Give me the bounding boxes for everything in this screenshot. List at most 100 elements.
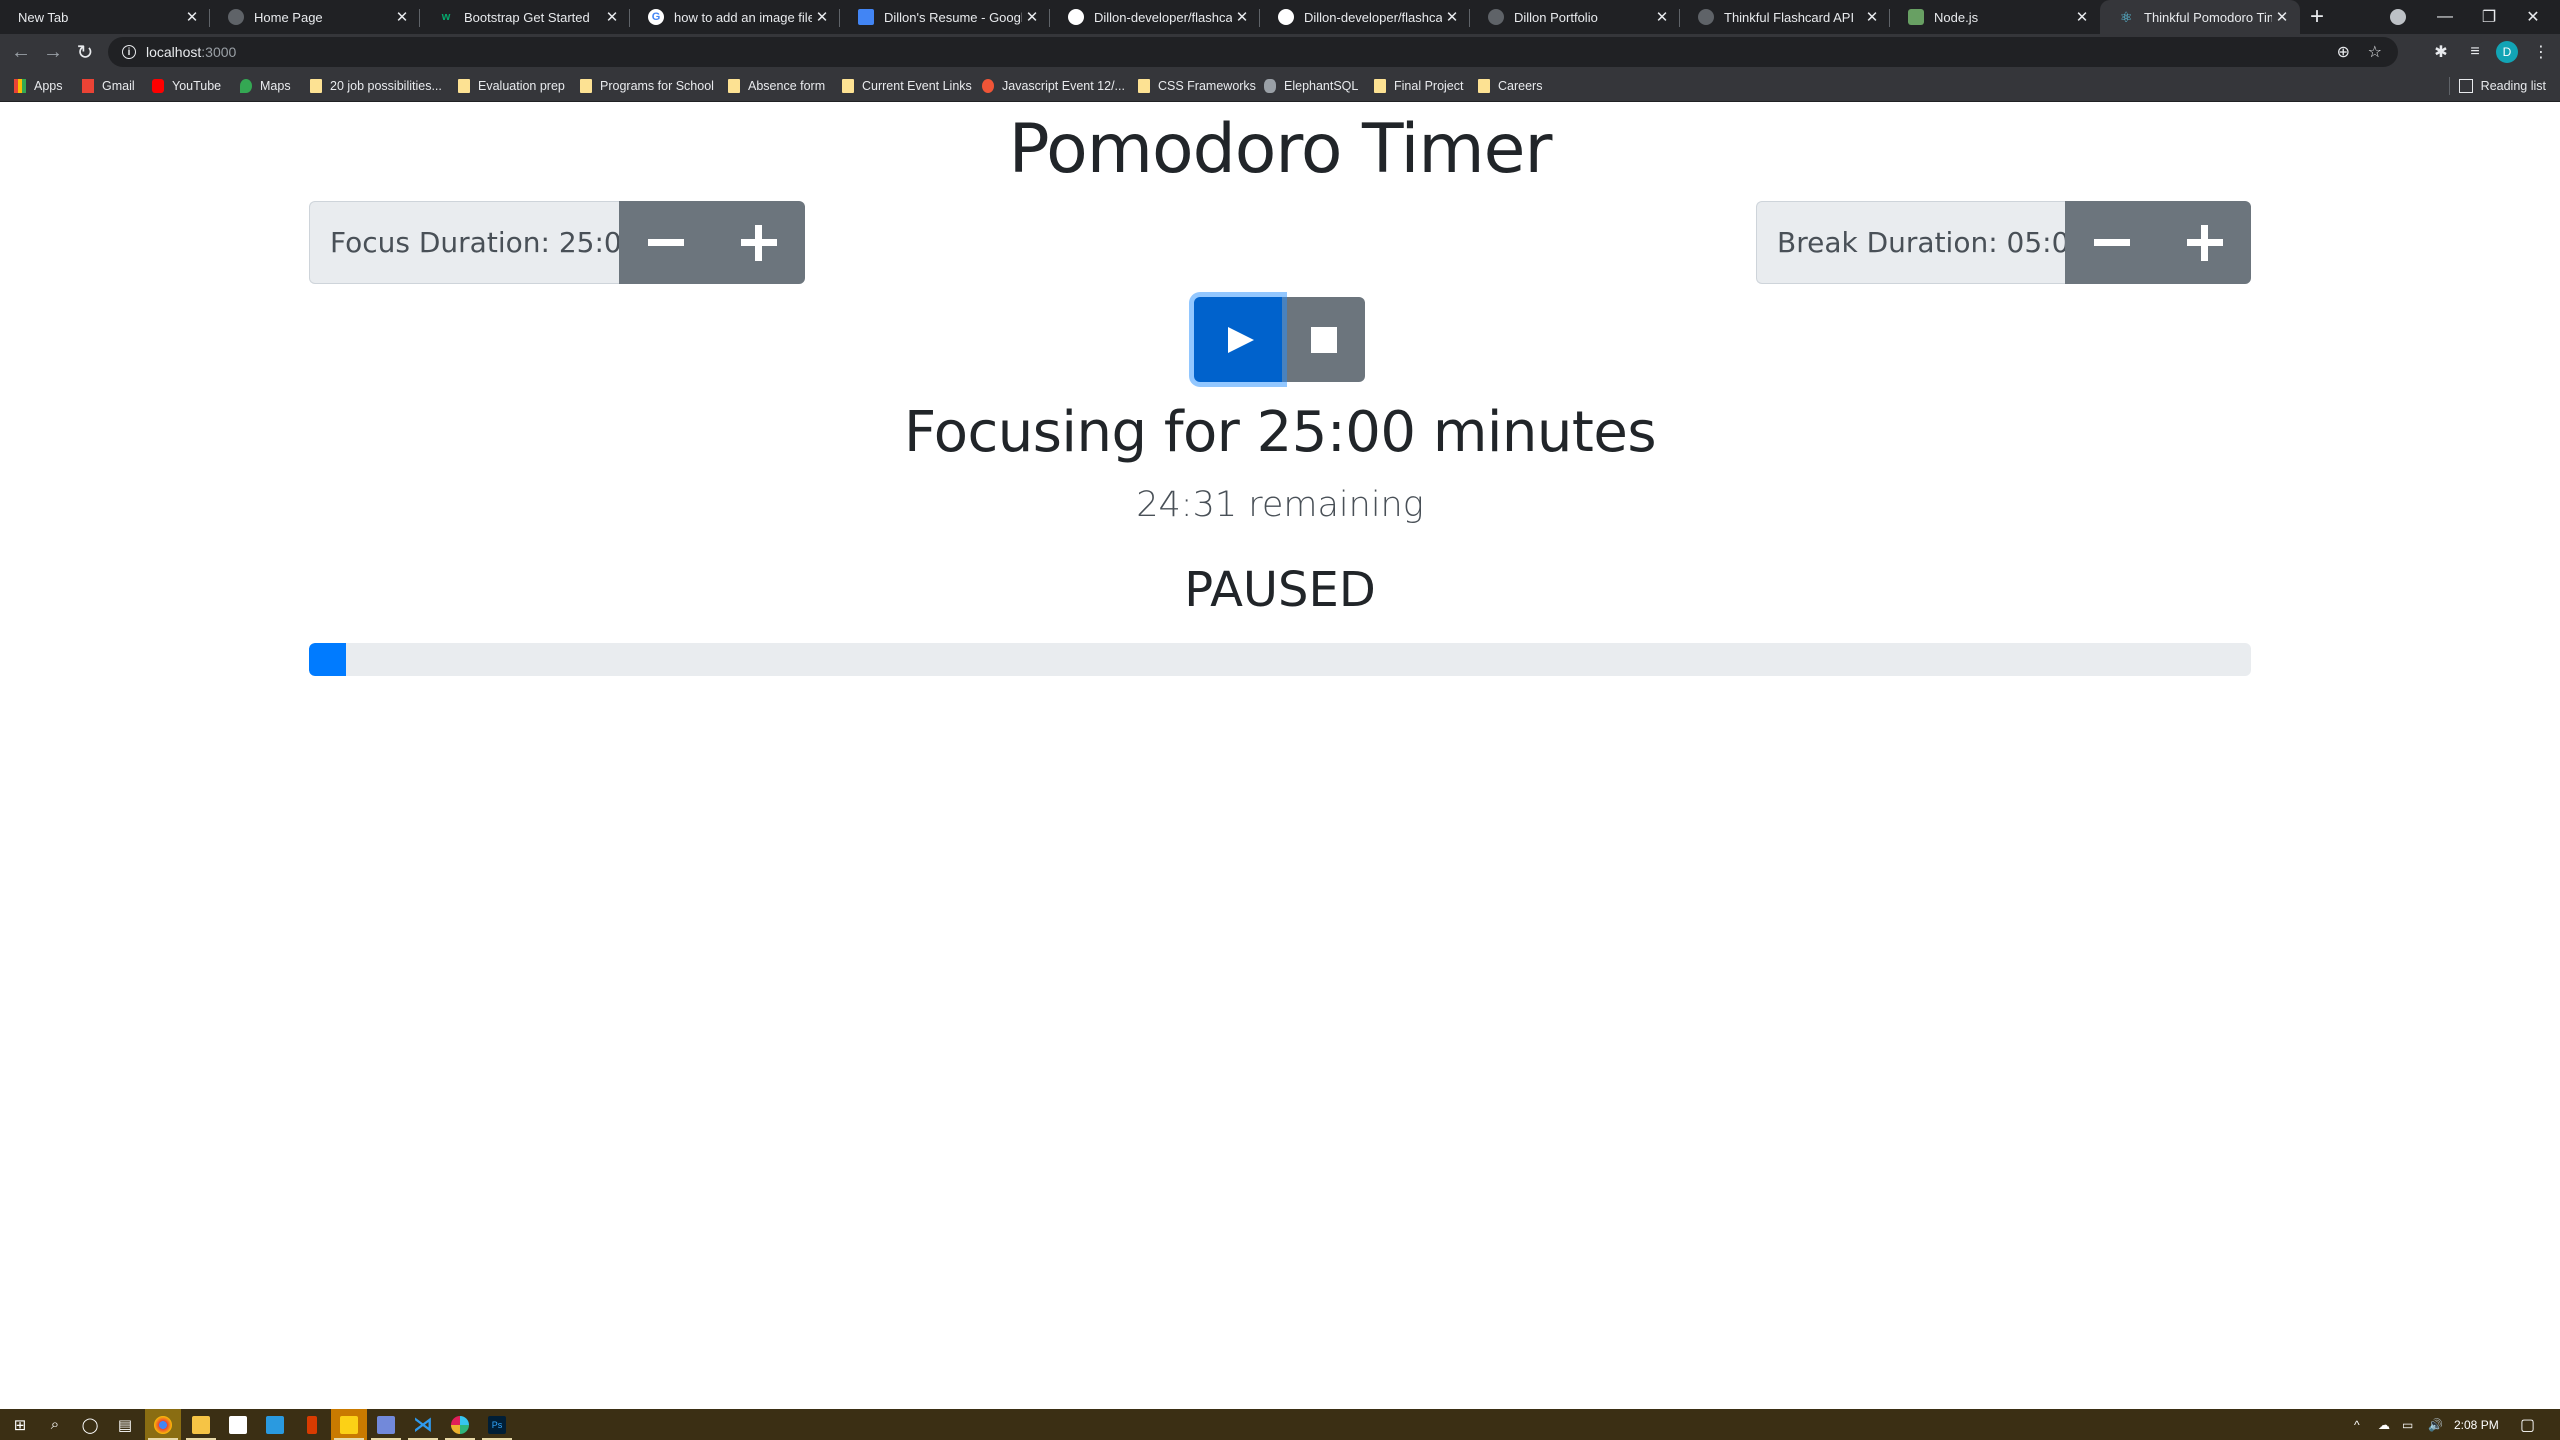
- tab-close-icon[interactable]: ✕: [2072, 8, 2092, 26]
- tab-home-page[interactable]: Home Page ✕: [210, 0, 420, 34]
- restore-icon[interactable]: ❐: [2467, 0, 2511, 34]
- search-icon[interactable]: ⌕: [37, 1409, 73, 1440]
- globe-icon: [1698, 9, 1714, 25]
- bookmark-maps[interactable]: Maps: [240, 70, 291, 102]
- zoom-icon[interactable]: ⊕: [2337, 37, 2350, 67]
- back-icon[interactable]: ←: [6, 37, 36, 67]
- windows-start-icon[interactable]: ⊞: [2, 1409, 38, 1440]
- office-taskbar-icon[interactable]: [294, 1409, 330, 1440]
- tab-pomodoro-active[interactable]: ⚛ Thinkful Pomodoro Timer ✕: [2100, 0, 2300, 34]
- onedrive-icon[interactable]: ☁: [2378, 1409, 2390, 1440]
- bookmark-programs-for-school[interactable]: Programs for School: [580, 70, 714, 102]
- tab-title: Dillon-developer/flashcard-: [1304, 9, 1442, 25]
- url-host: localhost: [146, 44, 202, 60]
- timer-controls: [1194, 297, 1365, 382]
- increase-break-button[interactable]: [2158, 201, 2251, 284]
- minimize-icon[interactable]: —: [2423, 0, 2467, 34]
- show-hidden-icons[interactable]: ^: [2354, 1409, 2360, 1440]
- tab-portfolio[interactable]: Dillon Portfolio ✕: [1470, 0, 1680, 34]
- store-taskbar-icon[interactable]: [220, 1409, 256, 1440]
- sticky-notes-taskbar-icon[interactable]: [331, 1409, 367, 1440]
- vscode-taskbar-icon[interactable]: ⋊: [405, 1409, 441, 1440]
- forward-icon[interactable]: →: [38, 37, 68, 67]
- break-duration-group: Break Duration: 05:00: [1756, 201, 2251, 284]
- bookmark-careers[interactable]: Careers: [1478, 70, 1542, 102]
- browser-toolbar: ← → ↻ i localhost:3000 ⊕ ☆ ✱ ≡ D ⋮: [0, 34, 2560, 70]
- tab-flashcard-api[interactable]: Thinkful Flashcard API ✕: [1680, 0, 1890, 34]
- reading-list-label: Reading list: [2480, 79, 2546, 93]
- close-window-icon[interactable]: ✕: [2511, 0, 2555, 34]
- folder-icon: [1138, 79, 1150, 93]
- bookmark-absence-form[interactable]: Absence form: [728, 70, 825, 102]
- reload-icon[interactable]: ↻: [70, 37, 100, 67]
- decrease-break-button[interactable]: [2065, 201, 2158, 284]
- increase-focus-button[interactable]: [712, 201, 805, 284]
- tab-google-search[interactable]: G how to add an image file to ✕: [630, 0, 840, 34]
- tab-close-icon[interactable]: ✕: [602, 8, 622, 26]
- bookmark-gmail[interactable]: Gmail: [82, 70, 135, 102]
- tab-close-icon[interactable]: ✕: [1232, 8, 1252, 26]
- discord-taskbar-icon[interactable]: [368, 1409, 404, 1440]
- tab-close-icon[interactable]: ✕: [182, 8, 202, 26]
- decrease-focus-button[interactable]: [619, 201, 712, 284]
- tab-title: how to add an image file to: [674, 9, 812, 25]
- bookmark-css-frameworks[interactable]: CSS Frameworks: [1138, 70, 1256, 102]
- chrome-taskbar-icon[interactable]: [145, 1409, 181, 1440]
- clock[interactable]: 2:08 PM: [2454, 1409, 2499, 1440]
- tab-search-icon[interactable]: [2390, 9, 2406, 25]
- reading-list-button[interactable]: Reading list: [2458, 70, 2546, 102]
- bookmark-label: CSS Frameworks: [1158, 79, 1256, 93]
- tab-close-icon[interactable]: ✕: [1652, 8, 1672, 26]
- tab-close-icon[interactable]: ✕: [1862, 8, 1882, 26]
- tab-title: Dillon-developer/flashcard-: [1094, 9, 1232, 25]
- tab-github-2[interactable]: Dillon-developer/flashcard- ✕: [1260, 0, 1470, 34]
- bookmark-evaluation-prep[interactable]: Evaluation prep: [458, 70, 565, 102]
- volume-icon[interactable]: 🔊: [2428, 1409, 2443, 1440]
- tab-title: Thinkful Flashcard API: [1724, 9, 1855, 25]
- bookmark-javascript-event[interactable]: Javascript Event 12/...: [982, 70, 1125, 102]
- new-tab-button[interactable]: +: [2310, 3, 2324, 31]
- network-icon[interactable]: ▭: [2402, 1409, 2413, 1440]
- browser-menu-icon[interactable]: ⋮: [2526, 37, 2556, 67]
- media-control-icon[interactable]: ≡: [2460, 37, 2490, 67]
- tab-nodejs[interactable]: Node.js ✕: [1890, 0, 2100, 34]
- profile-button[interactable]: D: [2492, 37, 2522, 67]
- photoshop-taskbar-icon[interactable]: Ps: [479, 1409, 515, 1440]
- tab-github-1[interactable]: Dillon-developer/flashcard- ✕: [1050, 0, 1260, 34]
- tab-resume[interactable]: Dillon's Resume - Google Docs ✕: [840, 0, 1050, 34]
- bookmark-label: Maps: [260, 79, 291, 93]
- slack-taskbar-icon[interactable]: [442, 1409, 478, 1440]
- tab-close-icon[interactable]: ✕: [392, 8, 412, 26]
- bookmark-current-event-links[interactable]: Current Event Links: [842, 70, 972, 102]
- address-bar[interactable]: i localhost:3000 ⊕ ☆: [108, 37, 2398, 67]
- action-center-icon[interactable]: ▢: [2520, 1409, 2535, 1440]
- bookmark-youtube[interactable]: YouTube: [152, 70, 221, 102]
- site-info-icon[interactable]: i: [122, 45, 136, 59]
- bookmark-job-possibilities[interactable]: 20 job possibilities...: [310, 70, 442, 102]
- file-explorer-taskbar-icon[interactable]: [183, 1409, 219, 1440]
- bookmark-apps[interactable]: Apps: [14, 70, 63, 102]
- tab-close-icon[interactable]: ✕: [1022, 8, 1042, 26]
- slack-icon: [451, 1415, 469, 1434]
- tab-bootstrap[interactable]: w Bootstrap Get Started ✕: [420, 0, 630, 34]
- tab-close-icon[interactable]: ✕: [1442, 8, 1462, 26]
- bookmark-star-icon[interactable]: ☆: [2368, 37, 2382, 67]
- play-pause-button[interactable]: [1194, 297, 1282, 382]
- tab-new-tab[interactable]: New Tab ✕: [0, 0, 210, 34]
- folder-icon: [580, 79, 592, 93]
- cortana-icon[interactable]: ◯: [72, 1409, 108, 1440]
- stop-button[interactable]: [1282, 297, 1365, 382]
- bookmark-elephantsql[interactable]: ElephantSQL: [1264, 70, 1358, 102]
- mail-taskbar-icon[interactable]: [257, 1409, 293, 1440]
- tab-close-icon[interactable]: ✕: [812, 8, 832, 26]
- bookmark-label: 20 job possibilities...: [330, 79, 442, 93]
- task-view-icon[interactable]: ▤: [107, 1409, 143, 1440]
- extensions-icon[interactable]: ✱: [2426, 37, 2456, 67]
- tab-title: New Tab: [18, 9, 69, 25]
- react-icon: ⚛: [2119, 8, 2133, 25]
- bookmark-final-project[interactable]: Final Project: [1374, 70, 1463, 102]
- tab-close-icon[interactable]: ✕: [2272, 8, 2292, 26]
- plus-icon: [2186, 224, 2223, 261]
- elephant-icon: [1264, 79, 1276, 93]
- bookmark-label: Evaluation prep: [478, 79, 565, 93]
